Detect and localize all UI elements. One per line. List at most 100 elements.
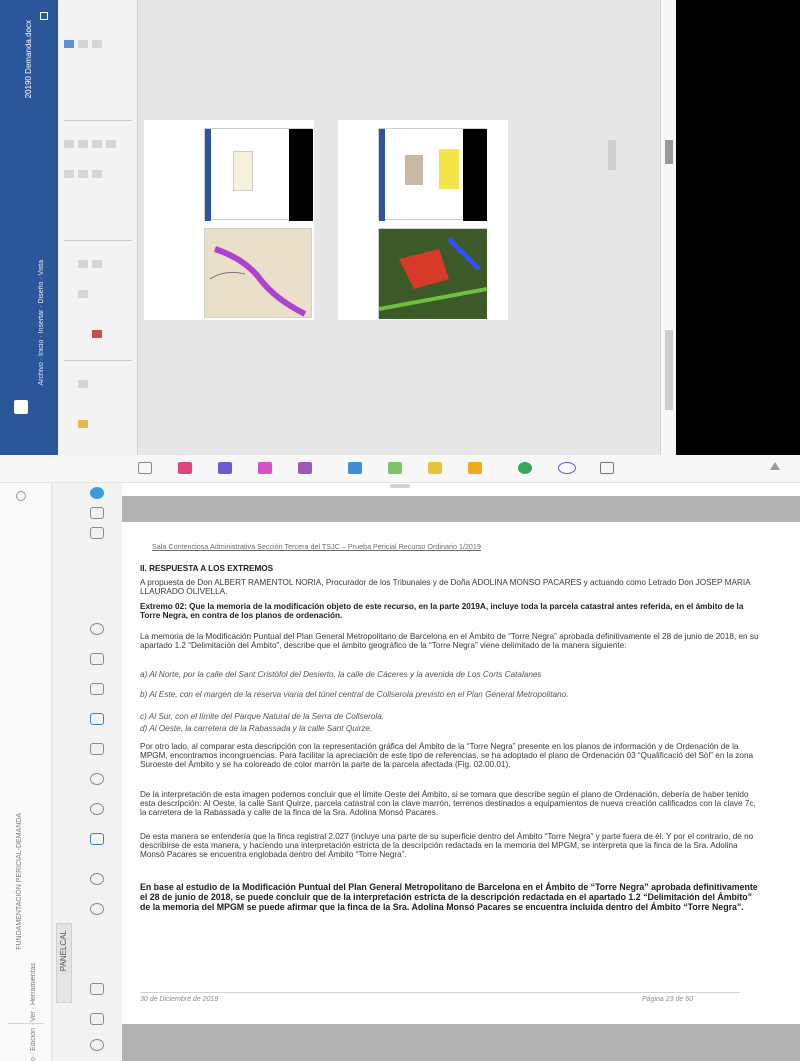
ribbon-style-sample[interactable] [92, 170, 102, 178]
share-icon[interactable] [90, 983, 104, 995]
link-icon[interactable] [90, 833, 104, 845]
select-icon[interactable] [90, 507, 104, 519]
footer-page-number: Página 23 de 60 [642, 996, 693, 1003]
word-ribbon [58, 0, 138, 455]
ribbon-style-sample[interactable] [78, 170, 88, 178]
drag-handle[interactable] [390, 484, 410, 488]
aerial-drawing [378, 229, 488, 319]
word-document-canvas[interactable] [138, 0, 660, 455]
tag-icon[interactable] [298, 462, 312, 474]
ribbon-paragraph-icon[interactable] [78, 290, 88, 298]
list-item: d) Al Oeste, la carretera de la Rabassad… [140, 724, 373, 733]
word-side-note [608, 140, 616, 170]
blank-region [676, 0, 800, 455]
footer-divider [140, 992, 740, 993]
hand-icon[interactable] [600, 462, 614, 474]
bookmark-rail-icon[interactable] [90, 803, 104, 815]
bookmark-icon[interactable] [428, 462, 442, 474]
paragraph-extremo: Extremo 02: Que la memoria de la modific… [140, 602, 744, 621]
paragraph: De la interpretación de esta imagen pode… [140, 790, 756, 818]
ribbon-style-sample[interactable] [64, 170, 74, 178]
panel-menu-label: Archivo · Edición · Ver · Herramientas [30, 963, 37, 1061]
list-item: a) Al Norte, por la calle del Sant Crist… [140, 670, 542, 679]
viewer-tool-rail: PANELCAL [52, 483, 122, 1061]
window-close-icon[interactable] [40, 12, 48, 20]
pdf-page[interactable]: Sala Contenciosa Administrativa Sección … [122, 522, 800, 1024]
highlighter-icon[interactable] [178, 462, 192, 474]
conclusion-paragraph: En base al estudio de la Modificación Pu… [140, 882, 758, 912]
folder-icon[interactable] [218, 462, 232, 474]
ribbon-paragraph-icon[interactable] [78, 260, 88, 268]
view-buttons[interactable] [665, 330, 673, 410]
viewer-gutter-top [122, 496, 800, 522]
search-icon[interactable] [90, 773, 104, 785]
word-title: 20190 Demanda.docx [24, 20, 33, 99]
thumb-black-region [463, 129, 487, 221]
ribbon-clipboard-icon[interactable] [78, 380, 88, 388]
image-icon[interactable] [348, 462, 362, 474]
ribbon-font-color-icon[interactable] [92, 330, 102, 338]
sticker-icon[interactable] [468, 462, 482, 474]
ribbon-divider [64, 360, 132, 361]
map-drawing [209, 246, 307, 317]
ribbon-font-icon[interactable] [106, 140, 116, 148]
embedded-map-image [204, 228, 312, 318]
panel-tab[interactable]: PANELCAL [56, 923, 72, 1003]
word-title-bar: 20190 Demanda.docx Archivo · Inicio · In… [0, 0, 58, 455]
embedded-screenshot [378, 128, 487, 221]
word-tabs-label: Archivo · Inicio · Insertar · Diseño · V… [38, 260, 45, 386]
thumb-highlight [439, 149, 459, 189]
page-header: Sala Contenciosa Administrativa Sección … [152, 542, 481, 551]
zoom-slider[interactable] [665, 140, 673, 164]
pen-color-icon[interactable] [90, 487, 104, 499]
rectangle-icon[interactable] [90, 527, 104, 539]
panel-divider [8, 1023, 44, 1024]
word-status-bar [660, 0, 676, 455]
thumb-black-region [289, 129, 313, 221]
loop-icon[interactable] [558, 462, 576, 474]
list-item: c) Al Sur, con el límite del Parque Natu… [140, 712, 385, 721]
list-item: b) Al Este, con el margen de la reserva … [140, 690, 569, 699]
text-icon[interactable] [90, 683, 104, 695]
note-icon[interactable] [388, 462, 402, 474]
zoom-icon[interactable] [90, 743, 104, 755]
stamp-icon[interactable] [90, 903, 104, 915]
paragraph: A propuesta de Don ALBERT RAMENTOL NORIA… [140, 578, 751, 597]
ribbon-style-icon[interactable] [64, 40, 74, 48]
eraser-icon[interactable] [90, 653, 104, 665]
ribbon-divider [64, 240, 132, 241]
paragraph: Por otro lado, al comparar esta descripc… [140, 742, 754, 770]
panel-file-label: FUNDAMENTACIÓN PERICIAL-DEMANDA [16, 813, 23, 950]
settings-icon[interactable] [90, 1039, 104, 1051]
ribbon-paragraph-icon[interactable] [92, 260, 102, 268]
shape-icon[interactable] [90, 713, 104, 725]
panel-tab-label: PANELCAL [59, 930, 68, 972]
pencil-icon[interactable] [138, 462, 152, 474]
paragraph: La memoria de la Modificación Puntual de… [140, 632, 759, 651]
viewer-gutter-bottom [122, 1024, 800, 1061]
thumb-blue-bar [379, 129, 385, 221]
word-logo-icon [14, 400, 28, 414]
collapse-icon[interactable] [770, 462, 780, 470]
ribbon-paste-icon[interactable] [78, 420, 88, 428]
ribbon-font-icon[interactable] [92, 140, 102, 148]
document-page [338, 120, 508, 320]
ribbon-style-icon[interactable] [92, 40, 102, 48]
panel-close-icon[interactable] [16, 491, 26, 501]
comment-icon[interactable] [258, 462, 272, 474]
export-icon[interactable] [90, 1013, 104, 1025]
annotation-toolbar [0, 455, 800, 483]
ribbon-font-icon[interactable] [64, 140, 74, 148]
circle-icon[interactable] [518, 462, 532, 474]
ribbon-style-icon[interactable] [78, 40, 88, 48]
thumb-blue-bar [205, 129, 211, 221]
word-window: 20190 Demanda.docx Archivo · Inicio · In… [0, 0, 800, 455]
document-page [144, 120, 314, 320]
side-panel: FUNDAMENTACIÓN PERICIAL-DEMANDA Archivo … [0, 483, 52, 1061]
footer-date: 30 de Diciembre de 2019 [140, 996, 219, 1003]
undo-icon[interactable] [90, 623, 104, 635]
paragraph: De esta manera se entendería que la finc… [140, 832, 754, 860]
ribbon-font-icon[interactable] [78, 140, 88, 148]
thumb-image [405, 155, 423, 185]
lasso-icon[interactable] [90, 873, 104, 885]
